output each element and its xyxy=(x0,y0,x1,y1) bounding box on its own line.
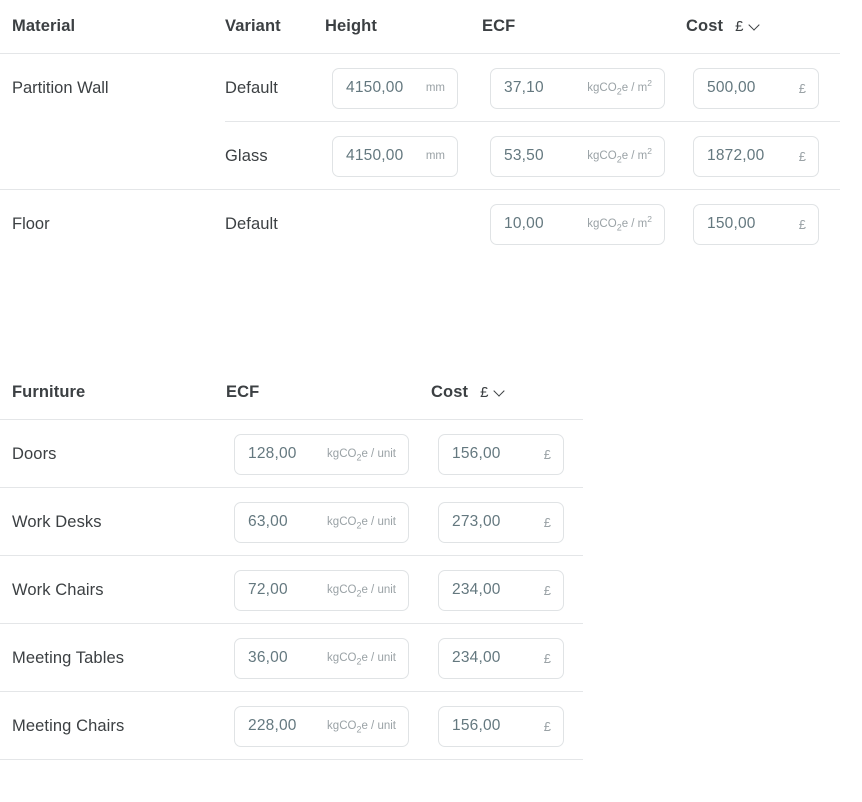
furniture-label: Work Desks xyxy=(12,512,102,531)
ecf-input[interactable]: 53,50 kgCO2e / m2 xyxy=(490,135,665,177)
cost-input[interactable]: 1872,00 £ xyxy=(693,135,819,177)
ecf-unit: kgCO2e / m2 xyxy=(587,146,652,165)
cost-input[interactable]: 156,00 £ xyxy=(438,433,564,475)
ecf-input[interactable]: 228,00 kgCO2e / unit xyxy=(234,705,409,747)
materials-table-header-row: Material Variant Height ECF Cost £ xyxy=(0,0,840,54)
height-value: 4150,00 xyxy=(346,79,404,96)
column-header-cost-label: Cost xyxy=(431,383,469,401)
cost-unit: £ xyxy=(543,514,551,530)
materials-currency-selector[interactable]: £ xyxy=(735,18,759,35)
column-header-variant: Variant xyxy=(225,17,281,35)
chevron-down-icon xyxy=(749,20,760,31)
column-header-cost: Cost £ xyxy=(431,383,583,402)
table-row: Work Chairs 72,00 kgCO2e / unit 234,00 £ xyxy=(0,556,583,624)
cost-input[interactable]: 234,00 £ xyxy=(438,569,564,611)
cost-unit: £ xyxy=(798,148,806,164)
cost-input[interactable]: 150,00 £ xyxy=(693,203,819,245)
material-variant-list: Default 10,00 kgCO2e / m2 150,00 £ xyxy=(0,190,840,258)
cost-unit: £ xyxy=(543,582,551,598)
column-header-cost: Cost £ xyxy=(686,17,840,36)
ecf-unit: kgCO2e / unit xyxy=(327,584,396,599)
ecf-value: 72,00 xyxy=(248,581,288,598)
ecf-value: 53,50 xyxy=(504,147,544,164)
cost-unit: £ xyxy=(543,718,551,734)
currency-symbol: £ xyxy=(480,384,489,401)
variant-label: Default xyxy=(225,214,278,233)
table-row: Doors 128,00 kgCO2e / unit 156,00 £ xyxy=(0,420,583,488)
variant-label: Default xyxy=(225,78,278,97)
height-unit: mm xyxy=(425,82,445,94)
ecf-input[interactable]: 10,00 kgCO2e / m2 xyxy=(490,203,665,245)
height-input[interactable]: 4150,00 mm xyxy=(332,67,458,109)
ecf-value: 10,00 xyxy=(504,215,544,232)
ecf-value: 228,00 xyxy=(248,717,297,734)
column-header-ecf: ECF xyxy=(226,383,260,401)
cost-value: 150,00 xyxy=(707,215,756,232)
material-group-partition-wall: Partition Wall Default 4150,00 mm 37,10 … xyxy=(0,54,840,190)
furniture-label: Work Chairs xyxy=(12,580,104,599)
cost-input[interactable]: 500,00 £ xyxy=(693,67,819,109)
column-header-height: Height xyxy=(325,17,377,35)
table-row: Glass 4150,00 mm 53,50 kgCO2e / m2 1872, xyxy=(0,122,840,190)
chevron-down-icon xyxy=(494,386,505,397)
column-header-material: Material xyxy=(12,17,76,35)
furniture-label: Meeting Tables xyxy=(12,648,125,667)
cost-value: 234,00 xyxy=(452,649,501,666)
cost-unit: £ xyxy=(798,216,806,232)
material-variant-list: Default 4150,00 mm 37,10 kgCO2e / m2 500 xyxy=(0,54,840,190)
table-row: Default 4150,00 mm 37,10 kgCO2e / m2 500 xyxy=(0,54,840,122)
height-input[interactable]: 4150,00 mm xyxy=(332,135,458,177)
furniture-table: Furniture ECF Cost £ Doors 128,00 kgCO2e… xyxy=(0,366,583,760)
cost-unit: £ xyxy=(543,650,551,666)
cost-input[interactable]: 156,00 £ xyxy=(438,705,564,747)
cost-value: 500,00 xyxy=(707,79,756,96)
ecf-value: 63,00 xyxy=(248,513,288,530)
ecf-input[interactable]: 37,10 kgCO2e / m2 xyxy=(490,67,665,109)
table-row: Meeting Chairs 228,00 kgCO2e / unit 156,… xyxy=(0,692,583,760)
material-group-floor: Floor Default 10,00 kgCO2e / m2 150,00 £ xyxy=(0,190,840,258)
currency-symbol: £ xyxy=(735,18,744,35)
furniture-label: Meeting Chairs xyxy=(12,716,125,735)
cost-unit: £ xyxy=(798,80,806,96)
furniture-table-header-row: Furniture ECF Cost £ xyxy=(0,366,583,420)
cost-value: 156,00 xyxy=(452,445,501,462)
ecf-input[interactable]: 128,00 kgCO2e / unit xyxy=(234,433,409,475)
cost-value: 156,00 xyxy=(452,717,501,734)
cost-unit: £ xyxy=(543,446,551,462)
table-row: Meeting Tables 36,00 kgCO2e / unit 234,0… xyxy=(0,624,583,692)
ecf-unit: kgCO2e / unit xyxy=(327,720,396,735)
ecf-unit: kgCO2e / unit xyxy=(327,652,396,667)
ecf-unit: kgCO2e / unit xyxy=(327,516,396,531)
ecf-input[interactable]: 63,00 kgCO2e / unit xyxy=(234,501,409,543)
table-row: Default 10,00 kgCO2e / m2 150,00 £ xyxy=(0,190,840,258)
ecf-value: 128,00 xyxy=(248,445,297,462)
height-value: 4150,00 xyxy=(346,147,404,164)
ecf-value: 36,00 xyxy=(248,649,288,666)
column-header-furniture: Furniture xyxy=(12,383,86,401)
ecf-unit: kgCO2e / m2 xyxy=(587,214,652,233)
furniture-label: Doors xyxy=(12,444,57,463)
materials-table: Material Variant Height ECF Cost £ Parti… xyxy=(0,0,840,258)
height-empty-cell xyxy=(332,204,458,245)
cost-value: 1872,00 xyxy=(707,147,765,164)
furniture-currency-selector[interactable]: £ xyxy=(480,384,504,401)
ecf-unit: kgCO2e / unit xyxy=(327,448,396,463)
ecf-input[interactable]: 36,00 kgCO2e / unit xyxy=(234,637,409,679)
column-header-ecf: ECF xyxy=(482,17,516,35)
variant-label: Glass xyxy=(225,146,268,165)
cost-value: 234,00 xyxy=(452,581,501,598)
table-row: Work Desks 63,00 kgCO2e / unit 273,00 £ xyxy=(0,488,583,556)
cost-input[interactable]: 273,00 £ xyxy=(438,501,564,543)
column-header-cost-label: Cost xyxy=(686,17,724,35)
ecf-value: 37,10 xyxy=(504,79,544,96)
height-unit: mm xyxy=(425,150,445,162)
ecf-input[interactable]: 72,00 kgCO2e / unit xyxy=(234,569,409,611)
cost-value: 273,00 xyxy=(452,513,501,530)
cost-input[interactable]: 234,00 £ xyxy=(438,637,564,679)
ecf-unit: kgCO2e / m2 xyxy=(587,78,652,97)
